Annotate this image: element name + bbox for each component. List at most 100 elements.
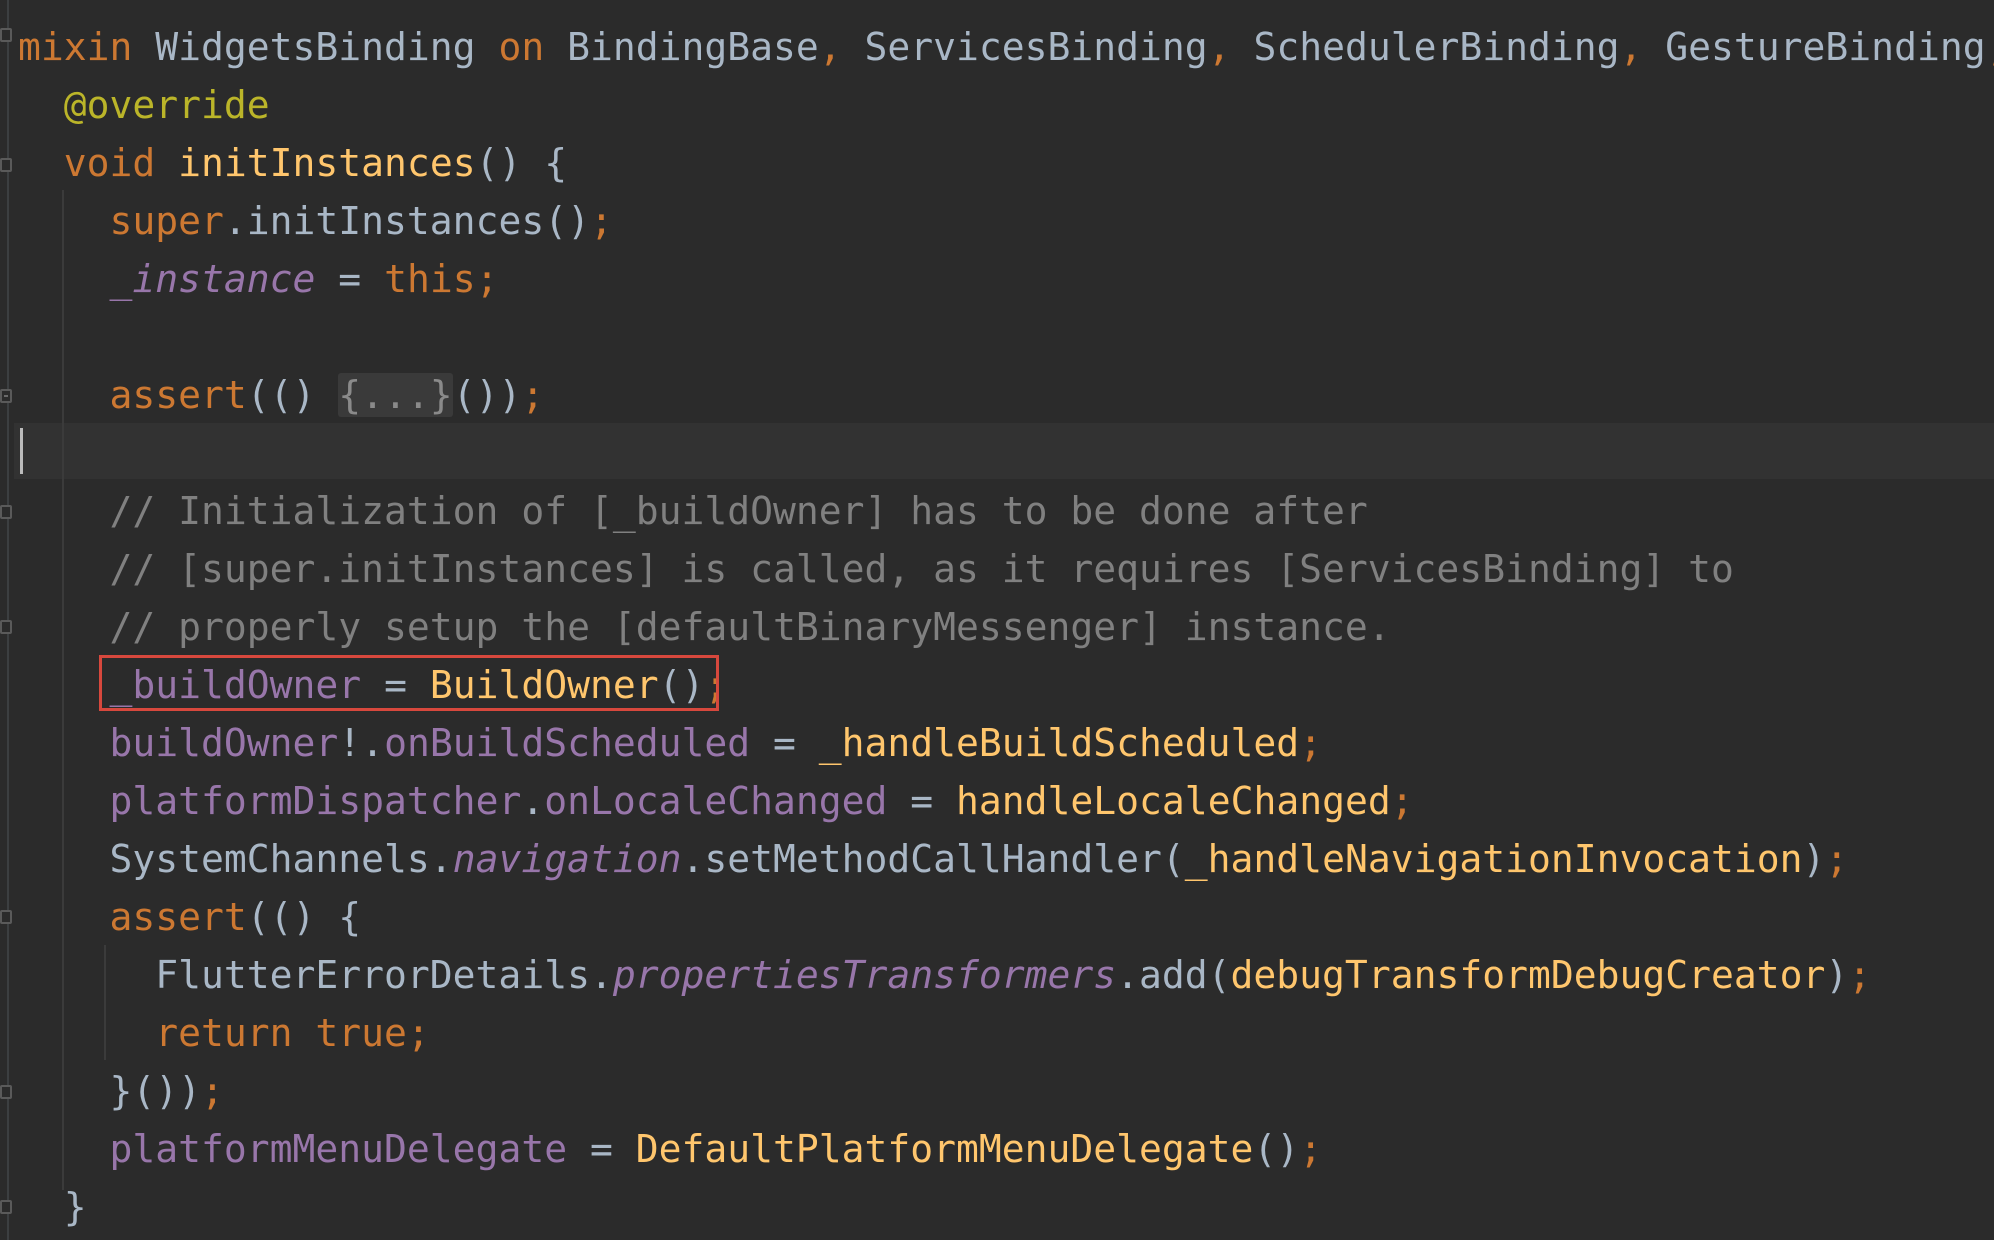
code-token: =	[887, 779, 957, 823]
code-token: return true	[18, 1011, 407, 1055]
code-line[interactable]: // Initialization of [_buildOwner] has t…	[18, 482, 1368, 540]
code-token: SchedulerBinding	[1230, 25, 1620, 69]
code-token: initInstances	[178, 141, 476, 185]
code-line[interactable]: assert(() {...}());	[18, 366, 544, 424]
code-token: !.	[338, 721, 385, 765]
code-line[interactable]: return true;	[18, 1004, 430, 1062]
code-line[interactable]: FlutterErrorDetails.propertiesTransforme…	[18, 946, 1871, 1004]
code-token: assert	[18, 895, 247, 939]
code-token: mixin	[18, 25, 133, 69]
code-line[interactable]: buildOwner!.onBuildScheduled = _handleBu…	[18, 714, 1323, 772]
code-line[interactable]: _instance = this;	[18, 250, 499, 308]
code-token: super	[18, 199, 224, 243]
code-token: // Initialization of [_buildOwner] has t…	[18, 489, 1368, 533]
code-editor[interactable]: mixin WidgetsBinding on BindingBase, Ser…	[0, 0, 1994, 1240]
code-line[interactable]: platformDispatcher.onLocaleChanged = han…	[18, 772, 1414, 830]
code-token: .	[521, 779, 545, 823]
code-token: propertiesTransformers	[612, 953, 1117, 997]
code-token: platformMenuDelegate	[109, 1127, 568, 1171]
text-caret	[20, 428, 23, 474]
code-token: assert	[18, 373, 247, 417]
code-token: ServicesBinding	[841, 25, 1208, 69]
code-token: ;	[475, 257, 499, 301]
code-token: =	[750, 721, 819, 765]
fold-icon[interactable]	[0, 28, 12, 42]
code-token: _instance	[109, 257, 316, 301]
code-token: .setMethodCallHandler(	[681, 837, 1185, 881]
code-token: ;	[1390, 779, 1414, 823]
code-token: ,	[818, 25, 842, 69]
code-token: on	[498, 25, 545, 69]
code-line[interactable]: platformMenuDelegate = DefaultPlatformMe…	[18, 1120, 1323, 1178]
code-line[interactable]: void initInstances() {	[18, 134, 567, 192]
code-token: .add(	[1116, 953, 1231, 997]
code-line[interactable]: mixin WidgetsBinding on BindingBase, Ser…	[18, 18, 1994, 76]
code-token: GestureBinding	[1642, 25, 1986, 69]
code-token: =	[315, 257, 385, 301]
code-token: platformDispatcher	[109, 779, 522, 823]
code-line[interactable]: assert(() {	[18, 888, 362, 946]
fold-icon[interactable]	[0, 1085, 12, 1099]
code-token: navigation	[452, 837, 682, 881]
code-token: ;	[1825, 837, 1849, 881]
code-token: .initInstances()	[223, 199, 590, 243]
code-token: ,	[1986, 25, 1994, 69]
fold-icon[interactable]	[0, 910, 12, 924]
code-token: ()	[1253, 1127, 1300, 1171]
code-token: }())	[18, 1069, 202, 1113]
code-token: (() {	[246, 895, 362, 939]
code-token: onBuildScheduled	[384, 721, 751, 765]
code-token: BindingBase	[544, 25, 819, 69]
code-token: {...}	[338, 373, 453, 417]
code-token: )	[1825, 953, 1849, 997]
code-token: this	[384, 257, 476, 301]
fold-icon[interactable]	[0, 505, 12, 519]
code-token: debugTransformDebugCreator	[1230, 953, 1826, 997]
code-token: ;	[406, 1011, 430, 1055]
code-token: =	[567, 1127, 636, 1171]
code-token: handleLocaleChanged	[956, 779, 1391, 823]
code-line[interactable]: @override	[18, 76, 270, 134]
fold-icon[interactable]	[0, 620, 12, 634]
code-token: ;	[589, 199, 613, 243]
expand-icon[interactable]	[0, 389, 12, 403]
code-token: // [super.initInstances] is called, as i…	[18, 547, 1734, 591]
code-token: ,	[1619, 25, 1643, 69]
code-token: ;	[521, 373, 545, 417]
code-token: ())	[452, 373, 522, 417]
code-token: // properly setup the [defaultBinaryMess…	[18, 605, 1391, 649]
code-token: )	[1802, 837, 1826, 881]
code-token: (()	[246, 373, 339, 417]
code-token: SystemChannels.	[18, 837, 453, 881]
code-token: }	[18, 1185, 87, 1229]
code-token: ;	[201, 1069, 224, 1113]
code-token: void	[18, 141, 179, 185]
code-token: buildOwner	[109, 721, 339, 765]
code-line[interactable]: super.initInstances();	[18, 192, 613, 250]
highlight-box	[99, 655, 719, 711]
fold-icon[interactable]	[0, 158, 12, 172]
code-token: _handleNavigationInvocation	[1184, 837, 1803, 881]
code-token: () {	[475, 141, 568, 185]
code-token: ;	[1299, 721, 1323, 765]
code-token: ;	[1299, 1127, 1323, 1171]
current-line-highlight	[14, 423, 1994, 479]
code-line[interactable]: // [super.initInstances] is called, as i…	[18, 540, 1734, 598]
code-token: WidgetsBinding	[132, 25, 499, 69]
fold-icon[interactable]	[0, 1200, 12, 1214]
code-line[interactable]: SystemChannels.navigation.setMethodCallH…	[18, 830, 1849, 888]
code-line[interactable]: }());	[18, 1062, 224, 1120]
code-token: DefaultPlatformMenuDelegate	[635, 1127, 1254, 1171]
code-line[interactable]: }	[18, 1178, 87, 1236]
code-line[interactable]: // properly setup the [defaultBinaryMess…	[18, 598, 1391, 656]
code-token: ,	[1207, 25, 1231, 69]
code-token: FlutterErrorDetails.	[18, 953, 613, 997]
code-token: _handleBuildScheduled	[818, 721, 1300, 765]
code-token: ;	[1848, 953, 1872, 997]
code-token: @override	[18, 83, 270, 127]
